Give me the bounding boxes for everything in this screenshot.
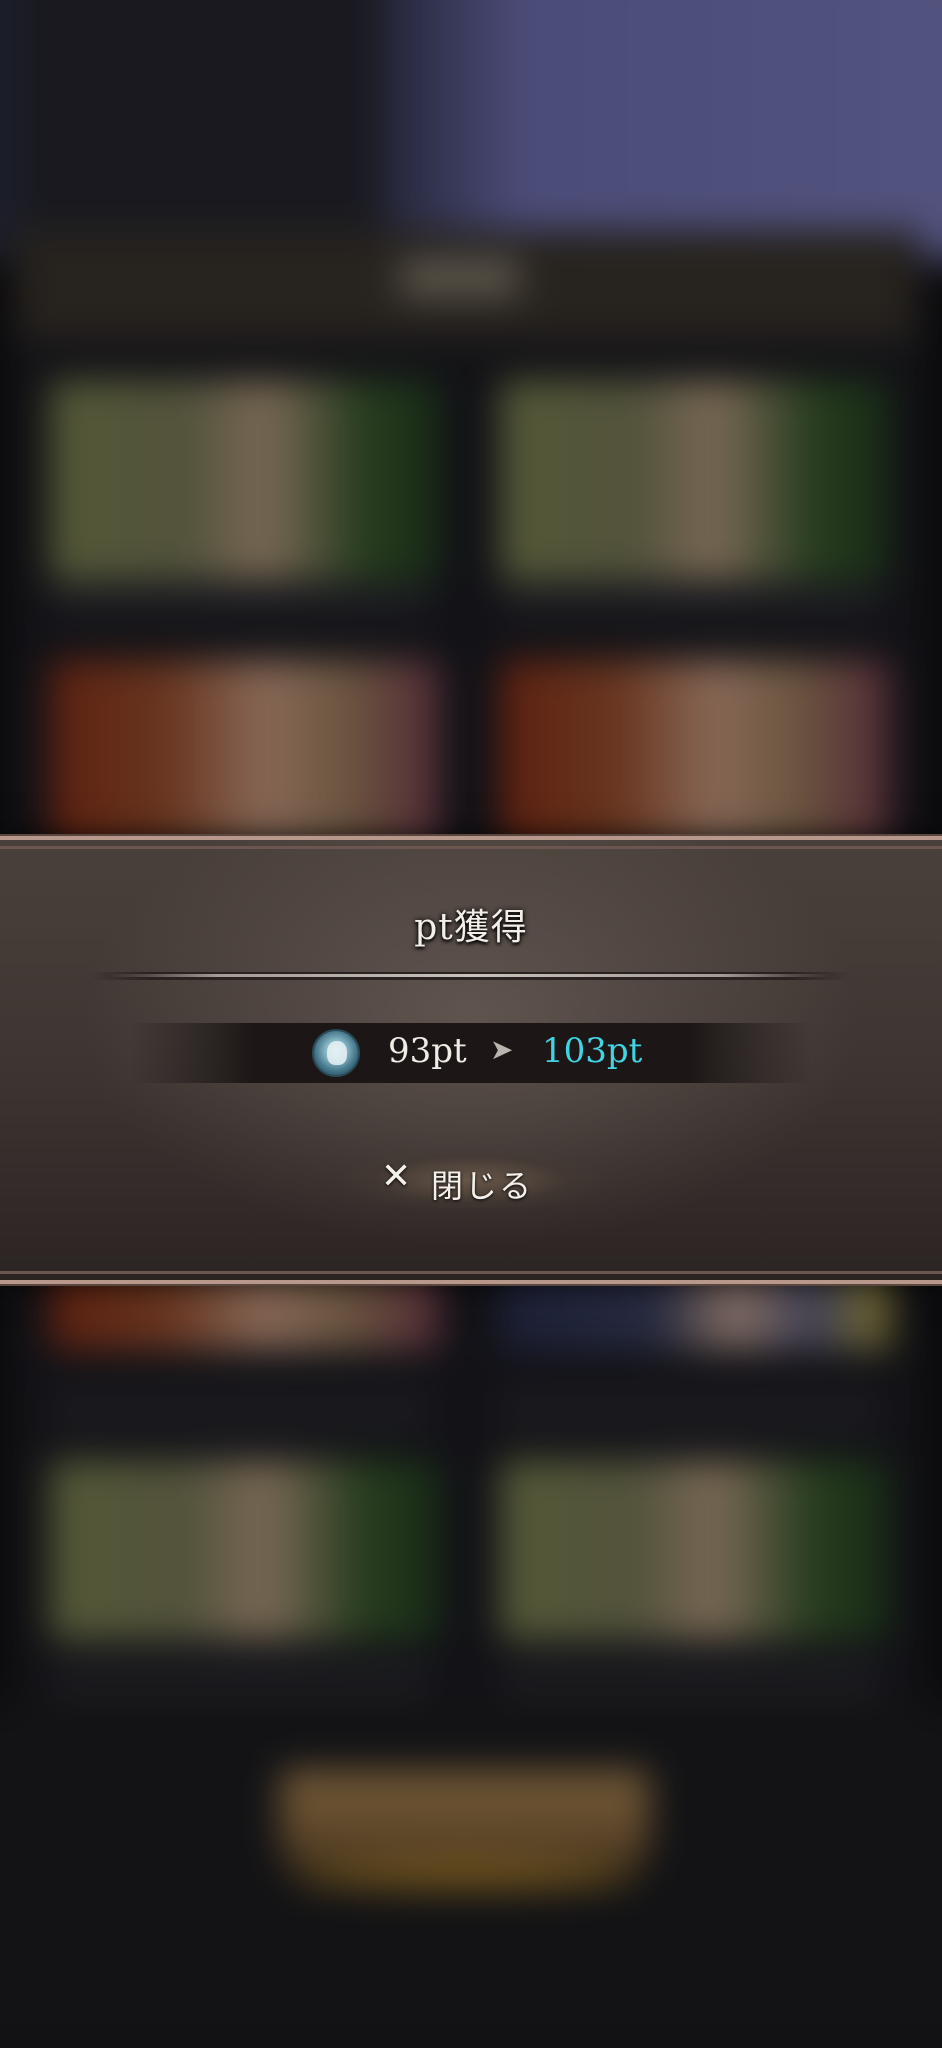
close-button[interactable]: ✕ 閉じる: [331, 1152, 611, 1208]
points-gained-dialog: pt獲得 93pt ➤ 103pt ✕ 閉じる: [0, 836, 942, 1284]
arrow-right-icon: ➤: [490, 1033, 514, 1066]
title-divider: [90, 972, 850, 980]
dialog-title: pt獲得: [414, 907, 528, 948]
previous-points: 93pt: [388, 1031, 467, 1071]
new-points: 103pt: [542, 1031, 643, 1071]
close-icon: ✕: [381, 1156, 412, 1197]
close-button-label: 閉じる: [431, 1167, 534, 1205]
points-change-row: 93pt ➤ 103pt: [130, 1023, 812, 1083]
pt-emblem-icon: [312, 1029, 360, 1077]
